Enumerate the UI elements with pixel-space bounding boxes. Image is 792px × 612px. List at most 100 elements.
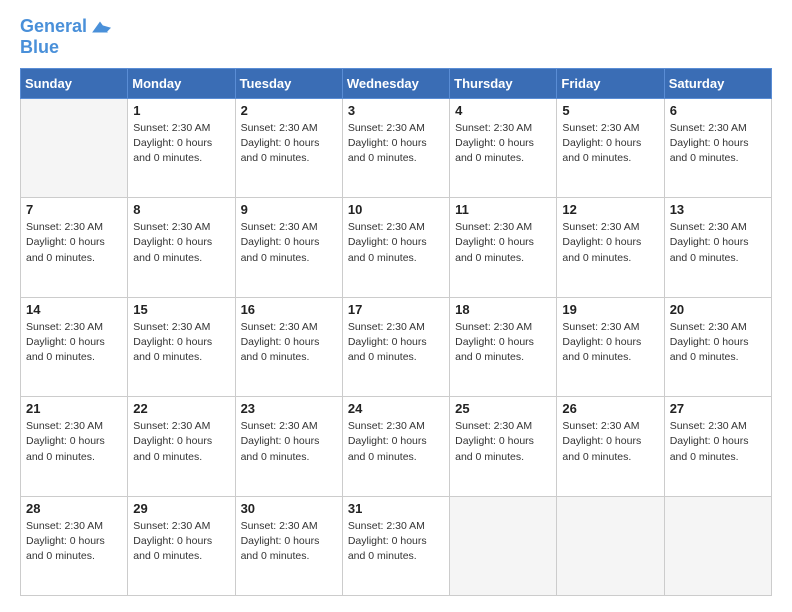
day-info: Sunset: 2:30 AM Daylight: 0 hours and 0 … xyxy=(26,320,122,366)
calendar-cell: 24 Sunset: 2:30 AM Daylight: 0 hours and … xyxy=(342,397,449,496)
day-info: Sunset: 2:30 AM Daylight: 0 hours and 0 … xyxy=(26,519,122,565)
day-info: Sunset: 2:30 AM Daylight: 0 hours and 0 … xyxy=(133,320,229,366)
day-info: Sunset: 2:30 AM Daylight: 0 hours and 0 … xyxy=(26,419,122,465)
day-info: Sunset: 2:30 AM Daylight: 0 hours and 0 … xyxy=(670,419,766,465)
day-number: 30 xyxy=(241,501,337,516)
day-number: 31 xyxy=(348,501,444,516)
calendar-cell xyxy=(450,496,557,595)
day-info: Sunset: 2:30 AM Daylight: 0 hours and 0 … xyxy=(241,519,337,565)
calendar-cell: 4 Sunset: 2:30 AM Daylight: 0 hours and 0… xyxy=(450,98,557,197)
calendar-cell: 27 Sunset: 2:30 AM Daylight: 0 hours and … xyxy=(664,397,771,496)
day-info: Sunset: 2:30 AM Daylight: 0 hours and 0 … xyxy=(133,121,229,167)
page: General Blue SundayMondayTuesdayWednesda… xyxy=(0,0,792,612)
day-info: Sunset: 2:30 AM Daylight: 0 hours and 0 … xyxy=(670,320,766,366)
day-number: 7 xyxy=(26,202,122,217)
day-info: Sunset: 2:30 AM Daylight: 0 hours and 0 … xyxy=(348,419,444,465)
day-info: Sunset: 2:30 AM Daylight: 0 hours and 0 … xyxy=(670,121,766,167)
calendar-cell: 31 Sunset: 2:30 AM Daylight: 0 hours and … xyxy=(342,496,449,595)
calendar-cell: 8 Sunset: 2:30 AM Daylight: 0 hours and 0… xyxy=(128,198,235,297)
calendar-cell: 29 Sunset: 2:30 AM Daylight: 0 hours and … xyxy=(128,496,235,595)
day-number: 27 xyxy=(670,401,766,416)
day-number: 5 xyxy=(562,103,658,118)
day-info: Sunset: 2:30 AM Daylight: 0 hours and 0 … xyxy=(455,320,551,366)
day-info: Sunset: 2:30 AM Daylight: 0 hours and 0 … xyxy=(562,419,658,465)
day-number: 15 xyxy=(133,302,229,317)
day-number: 26 xyxy=(562,401,658,416)
day-info: Sunset: 2:30 AM Daylight: 0 hours and 0 … xyxy=(133,519,229,565)
day-info: Sunset: 2:30 AM Daylight: 0 hours and 0 … xyxy=(133,419,229,465)
day-number: 24 xyxy=(348,401,444,416)
calendar-cell xyxy=(664,496,771,595)
day-number: 6 xyxy=(670,103,766,118)
calendar-cell: 1 Sunset: 2:30 AM Daylight: 0 hours and 0… xyxy=(128,98,235,197)
day-number: 13 xyxy=(670,202,766,217)
calendar-cell: 23 Sunset: 2:30 AM Daylight: 0 hours and … xyxy=(235,397,342,496)
calendar-cell: 15 Sunset: 2:30 AM Daylight: 0 hours and … xyxy=(128,297,235,396)
calendar-cell: 26 Sunset: 2:30 AM Daylight: 0 hours and … xyxy=(557,397,664,496)
calendar-cell: 3Sunset: 2:30 AM Daylight: 0 hours and 0… xyxy=(342,98,449,197)
day-number: 9 xyxy=(241,202,337,217)
day-info: Sunset: 2:30 AM Daylight: 0 hours and 0 … xyxy=(670,220,766,266)
calendar-week-0: 1 Sunset: 2:30 AM Daylight: 0 hours and 0… xyxy=(21,98,772,197)
day-info: Sunset: 2:30 AM Daylight: 0 hours and 0 … xyxy=(562,220,658,266)
calendar-cell: 9Sunset: 2:30 AM Daylight: 0 hours and 0… xyxy=(235,198,342,297)
day-info: Sunset: 2:30 AM Daylight: 0 hours and 0 … xyxy=(348,320,444,366)
col-header-wednesday: Wednesday xyxy=(342,68,449,98)
day-number: 8 xyxy=(133,202,229,217)
day-number: 4 xyxy=(455,103,551,118)
calendar-cell: 13 Sunset: 2:30 AM Daylight: 0 hours and … xyxy=(664,198,771,297)
calendar-cell: 18 Sunset: 2:30 AM Daylight: 0 hours and … xyxy=(450,297,557,396)
day-info: Sunset: 2:30 AM Daylight: 0 hours and 0 … xyxy=(26,220,122,266)
calendar-table: SundayMondayTuesdayWednesdayThursdayFrid… xyxy=(20,68,772,596)
day-number: 28 xyxy=(26,501,122,516)
calendar-cell: 20Sunset: 2:30 AM Daylight: 0 hours and … xyxy=(664,297,771,396)
day-info: Sunset: 2:30 AM Daylight: 0 hours and 0 … xyxy=(133,220,229,266)
day-number: 3 xyxy=(348,103,444,118)
calendar-cell: 22 Sunset: 2:30 AM Daylight: 0 hours and … xyxy=(128,397,235,496)
calendar-cell xyxy=(557,496,664,595)
col-header-tuesday: Tuesday xyxy=(235,68,342,98)
logo-icon xyxy=(89,16,111,38)
day-info: Sunset: 2:30 AM Daylight: 0 hours and 0 … xyxy=(455,419,551,465)
calendar-cell: 2 Sunset: 2:30 AM Daylight: 0 hours and 0… xyxy=(235,98,342,197)
calendar-cell: 11Sunset: 2:30 AM Daylight: 0 hours and … xyxy=(450,198,557,297)
calendar-week-4: 28 Sunset: 2:30 AM Daylight: 0 hours and … xyxy=(21,496,772,595)
day-number: 18 xyxy=(455,302,551,317)
calendar-cell: 14 Sunset: 2:30 AM Daylight: 0 hours and … xyxy=(21,297,128,396)
calendar-cell: 30 Sunset: 2:30 AM Daylight: 0 hours and … xyxy=(235,496,342,595)
day-info: Sunset: 2:30 AM Daylight: 0 hours and 0 … xyxy=(241,121,337,167)
day-info: Sunset: 2:30 AM Daylight: 0 hours and 0 … xyxy=(348,220,444,266)
day-info: Sunset: 2:30 AM Daylight: 0 hours and 0 … xyxy=(241,419,337,465)
day-number: 16 xyxy=(241,302,337,317)
day-number: 2 xyxy=(241,103,337,118)
day-info: Sunset: 2:30 AM Daylight: 0 hours and 0 … xyxy=(455,121,551,167)
day-number: 25 xyxy=(455,401,551,416)
calendar-cell: 7 Sunset: 2:30 AM Daylight: 0 hours and 0… xyxy=(21,198,128,297)
calendar-cell: 19Sunset: 2:30 AM Daylight: 0 hours and … xyxy=(557,297,664,396)
day-number: 21 xyxy=(26,401,122,416)
calendar-header-row: SundayMondayTuesdayWednesdayThursdayFrid… xyxy=(21,68,772,98)
day-info: Sunset: 2:30 AM Daylight: 0 hours and 0 … xyxy=(348,519,444,565)
day-number: 14 xyxy=(26,302,122,317)
col-header-saturday: Saturday xyxy=(664,68,771,98)
day-number: 17 xyxy=(348,302,444,317)
col-header-thursday: Thursday xyxy=(450,68,557,98)
day-number: 10 xyxy=(348,202,444,217)
calendar-week-2: 14 Sunset: 2:30 AM Daylight: 0 hours and … xyxy=(21,297,772,396)
day-number: 29 xyxy=(133,501,229,516)
calendar-cell: 21 Sunset: 2:30 AM Daylight: 0 hours and … xyxy=(21,397,128,496)
day-number: 23 xyxy=(241,401,337,416)
col-header-sunday: Sunday xyxy=(21,68,128,98)
day-number: 12 xyxy=(562,202,658,217)
day-info: Sunset: 2:30 AM Daylight: 0 hours and 0 … xyxy=(455,220,551,266)
col-header-monday: Monday xyxy=(128,68,235,98)
day-number: 22 xyxy=(133,401,229,416)
day-number: 1 xyxy=(133,103,229,118)
logo-text-blue: Blue xyxy=(20,38,111,58)
header: General Blue xyxy=(20,16,772,58)
day-info: Sunset: 2:30 AM Daylight: 0 hours and 0 … xyxy=(241,320,337,366)
calendar-cell: 12 Sunset: 2:30 AM Daylight: 0 hours and … xyxy=(557,198,664,297)
logo: General Blue xyxy=(20,16,111,58)
day-info: Sunset: 2:30 AM Daylight: 0 hours and 0 … xyxy=(562,121,658,167)
calendar-cell: 28 Sunset: 2:30 AM Daylight: 0 hours and … xyxy=(21,496,128,595)
